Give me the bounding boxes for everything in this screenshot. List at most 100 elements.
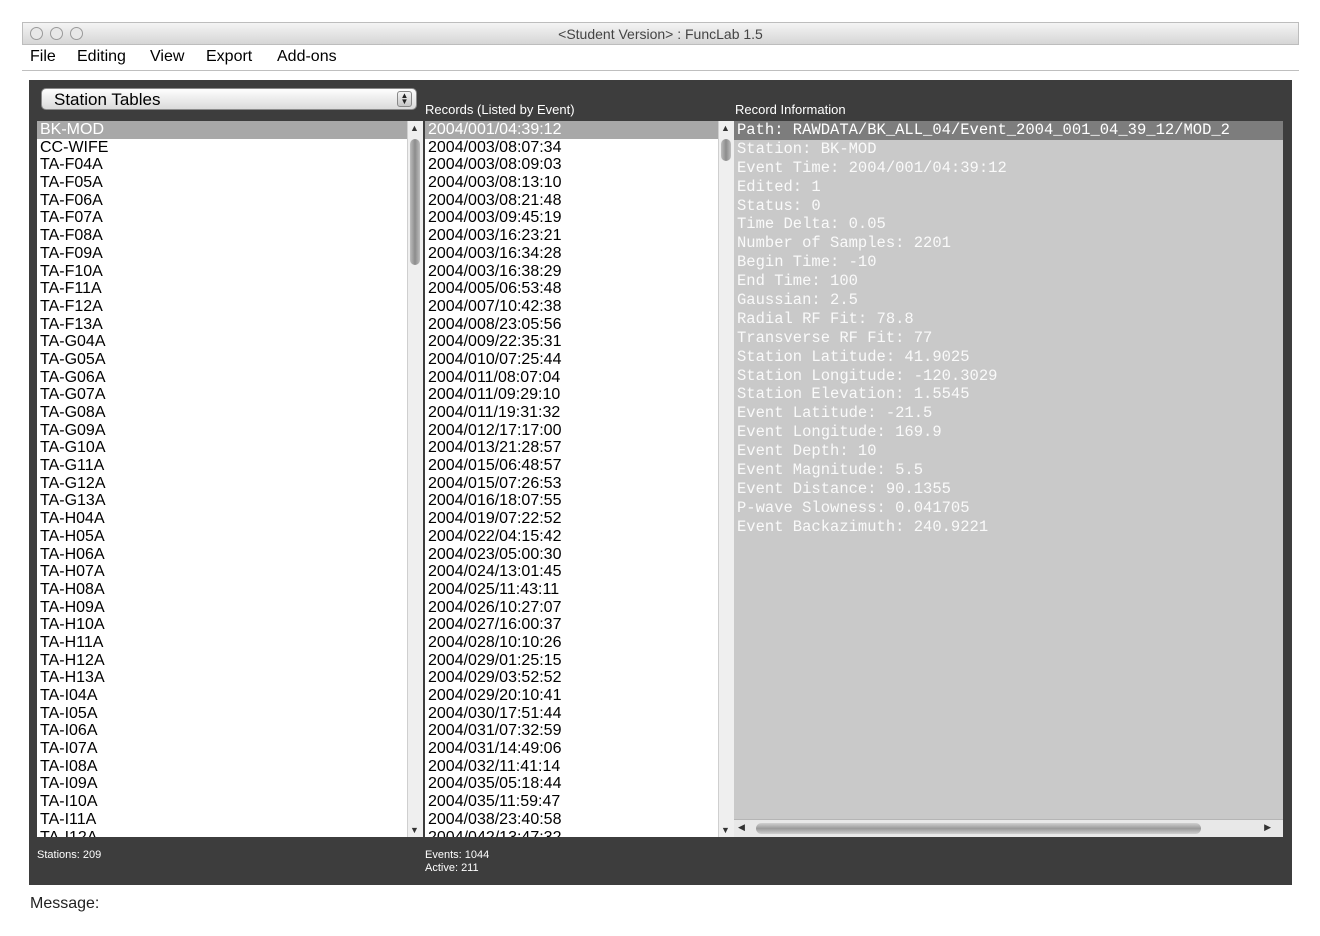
record-list-item[interactable]: 2004/035/11:59:47 — [425, 793, 734, 811]
station-list-item[interactable]: TA-G10A — [37, 439, 423, 457]
station-list-item[interactable]: TA-I04A — [37, 687, 423, 705]
station-list-item[interactable]: TA-H06A — [37, 546, 423, 564]
station-list-item[interactable]: TA-G07A — [37, 386, 423, 404]
station-list-item[interactable]: BK-MOD — [37, 121, 423, 139]
record-list-item[interactable]: 2004/003/08:09:03 — [425, 156, 734, 174]
record-list-item[interactable]: 2004/035/05:18:44 — [425, 775, 734, 793]
record-info-horizontal-scrollbar[interactable]: ◀ ▶ — [734, 819, 1283, 837]
station-list-item[interactable]: TA-I06A — [37, 722, 423, 740]
record-list-item[interactable]: 2004/019/07:22:52 — [425, 510, 734, 528]
station-list-item[interactable]: TA-F07A — [37, 209, 423, 227]
record-list-item[interactable]: 2004/015/07:26:53 — [425, 475, 734, 493]
station-list-item[interactable]: TA-F06A — [37, 192, 423, 210]
record-list-item[interactable]: 2004/010/07:25:44 — [425, 351, 734, 369]
station-list-item[interactable]: TA-H08A — [37, 581, 423, 599]
scroll-thumb[interactable] — [721, 139, 731, 161]
record-list-item[interactable]: 2004/022/04:15:42 — [425, 528, 734, 546]
scroll-down-arrow-icon[interactable]: ▼ — [721, 825, 730, 835]
record-list-item[interactable]: 2004/012/17:17:00 — [425, 422, 734, 440]
record-list-item[interactable]: 2004/009/22:35:31 — [425, 333, 734, 351]
record-list-item[interactable]: 2004/003/16:34:28 — [425, 245, 734, 263]
station-list[interactable]: BK-MOD CC-WIFE TA-F04A TA-F05A TA-F06A TA-F07… — [37, 121, 423, 837]
station-list-item[interactable]: TA-I05A — [37, 705, 423, 723]
record-list-item[interactable]: 2004/011/09:29:10 — [425, 386, 734, 404]
scroll-thumb[interactable] — [410, 139, 420, 265]
scroll-up-arrow-icon[interactable]: ▲ — [721, 123, 730, 133]
station-list-item[interactable]: TA-F13A — [37, 316, 423, 334]
record-list-item[interactable]: 2004/008/23:05:56 — [425, 316, 734, 334]
menu-view[interactable]: View — [150, 48, 184, 66]
station-list-item[interactable]: TA-F10A — [37, 263, 423, 281]
station-list-item[interactable]: TA-G04A — [37, 333, 423, 351]
station-list-item[interactable]: TA-I12A — [37, 829, 423, 838]
record-list-item[interactable]: 2004/023/05:00:30 — [425, 546, 734, 564]
record-list-item[interactable]: 2004/024/13:01:45 — [425, 563, 734, 581]
record-list-item[interactable]: 2004/031/07:32:59 — [425, 722, 734, 740]
record-list-item[interactable]: 2004/042/13:47:32 — [425, 829, 734, 838]
record-list-item[interactable]: 2004/007/10:42:38 — [425, 298, 734, 316]
record-list-item[interactable]: 2004/032/11:41:14 — [425, 758, 734, 776]
scroll-left-arrow-icon[interactable]: ◀ — [738, 822, 745, 833]
station-list-item[interactable]: TA-G12A — [37, 475, 423, 493]
record-list-item[interactable]: 2004/015/06:48:57 — [425, 457, 734, 475]
records-list-scrollbar[interactable]: ▲ ▼ — [718, 121, 734, 837]
record-list-item[interactable]: 2004/026/10:27:07 — [425, 599, 734, 617]
record-list-item[interactable]: 2004/029/03:52:52 — [425, 669, 734, 687]
records-list[interactable]: 2004/001/04:39:12 2004/003/08:07:34 2004/0… — [425, 121, 734, 837]
station-list-item[interactable]: TA-F08A — [37, 227, 423, 245]
station-list-item[interactable]: TA-H10A — [37, 616, 423, 634]
record-list-item[interactable]: 2004/003/09:45:19 — [425, 209, 734, 227]
record-list-item[interactable]: 2004/003/08:07:34 — [425, 139, 734, 157]
station-list-item[interactable]: TA-I10A — [37, 793, 423, 811]
station-list-item[interactable]: TA-H04A — [37, 510, 423, 528]
record-list-item[interactable]: 2004/029/01:25:15 — [425, 652, 734, 670]
record-list-item[interactable]: 2004/001/04:39:12 — [425, 121, 734, 139]
record-list-item[interactable]: 2004/011/08:07:04 — [425, 369, 734, 387]
station-list-scrollbar[interactable]: ▲ ▼ — [407, 121, 423, 837]
record-list-item[interactable]: 2004/011/19:31:32 — [425, 404, 734, 422]
station-list-item[interactable]: TA-G13A — [37, 492, 423, 510]
record-list-item[interactable]: 2004/013/21:28:57 — [425, 439, 734, 457]
record-list-item[interactable]: 2004/003/08:13:10 — [425, 174, 734, 192]
menu-export[interactable]: Export — [206, 48, 252, 66]
station-list-item[interactable]: TA-H07A — [37, 563, 423, 581]
record-information-panel[interactable]: Path: RAWDATA/BK_ALL_04/Event_2004_001_0… — [734, 121, 1283, 837]
station-list-item[interactable]: TA-G06A — [37, 369, 423, 387]
station-tables-popup[interactable]: Station Tables ▲ ▼ — [41, 88, 417, 110]
station-list-item[interactable]: TA-G08A — [37, 404, 423, 422]
record-list-item[interactable]: 2004/025/11:43:11 — [425, 581, 734, 599]
scroll-up-arrow-icon[interactable]: ▲ — [410, 123, 419, 133]
menu-file[interactable]: File — [30, 48, 56, 66]
station-list-item[interactable]: TA-I11A — [37, 811, 423, 829]
record-list-item[interactable]: 2004/028/10:10:26 — [425, 634, 734, 652]
record-list-item[interactable]: 2004/003/08:21:48 — [425, 192, 734, 210]
record-list-item[interactable]: 2004/003/16:38:29 — [425, 263, 734, 281]
record-list-item[interactable]: 2004/005/06:53:48 — [425, 280, 734, 298]
station-list-item[interactable]: TA-H13A — [37, 669, 423, 687]
station-list-item[interactable]: TA-F05A — [37, 174, 423, 192]
scroll-right-arrow-icon[interactable]: ▶ — [1264, 822, 1271, 833]
station-list-item[interactable]: TA-H05A — [37, 528, 423, 546]
record-list-item[interactable]: 2004/030/17:51:44 — [425, 705, 734, 723]
scroll-down-arrow-icon[interactable]: ▼ — [410, 825, 419, 835]
menu-add-ons[interactable]: Add-ons — [277, 48, 337, 66]
record-list-item[interactable]: 2004/016/18:07:55 — [425, 492, 734, 510]
record-list-item[interactable]: 2004/038/23:40:58 — [425, 811, 734, 829]
scroll-thumb[interactable] — [756, 823, 1201, 834]
station-list-item[interactable]: TA-F12A — [37, 298, 423, 316]
station-list-item[interactable]: TA-F09A — [37, 245, 423, 263]
record-list-item[interactable]: 2004/031/14:49:06 — [425, 740, 734, 758]
record-list-item[interactable]: 2004/029/20:10:41 — [425, 687, 734, 705]
station-list-item[interactable]: TA-I09A — [37, 775, 423, 793]
station-list-item[interactable]: TA-F11A — [37, 280, 423, 298]
station-list-item[interactable]: TA-H12A — [37, 652, 423, 670]
menu-editing[interactable]: Editing — [77, 48, 126, 66]
record-list-item[interactable]: 2004/003/16:23:21 — [425, 227, 734, 245]
station-list-item[interactable]: TA-H11A — [37, 634, 423, 652]
station-list-item[interactable]: CC-WIFE — [37, 139, 423, 157]
station-list-item[interactable]: TA-G05A — [37, 351, 423, 369]
station-list-item[interactable]: TA-F04A — [37, 156, 423, 174]
station-list-item[interactable]: TA-I08A — [37, 758, 423, 776]
station-list-item[interactable]: TA-I07A — [37, 740, 423, 758]
station-list-item[interactable]: TA-G09A — [37, 422, 423, 440]
